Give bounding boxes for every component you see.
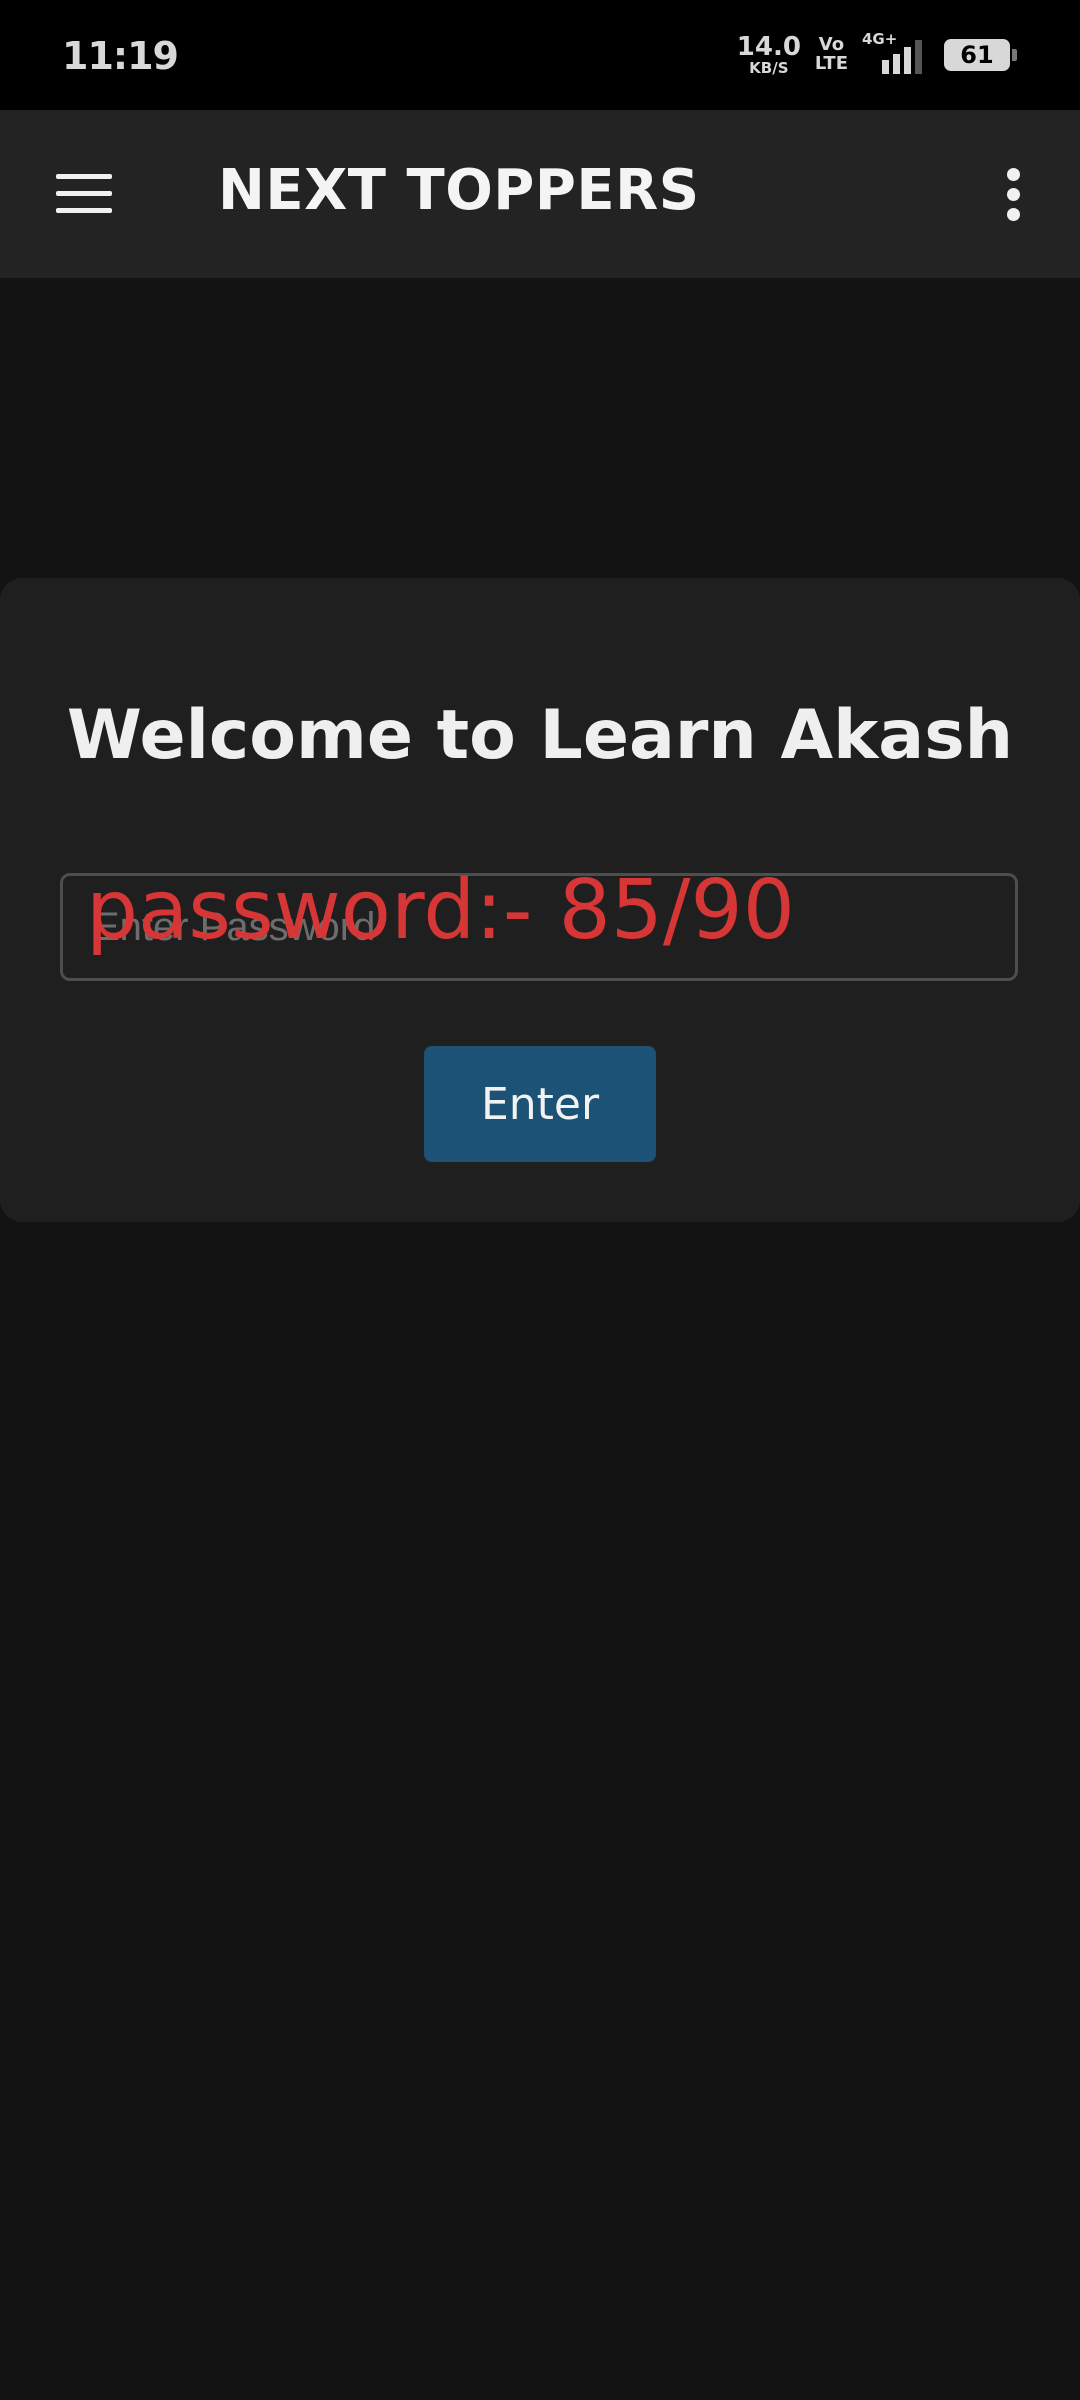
enter-button[interactable]: Enter <box>424 1046 656 1162</box>
more-vert-icon[interactable] <box>1000 168 1030 222</box>
signal-bar <box>915 40 922 74</box>
app-bar: NEXT TOPPERS <box>0 110 1080 278</box>
welcome-heading: Welcome to Learn Akash <box>66 696 1014 775</box>
network-type: 4G+ <box>862 30 898 48</box>
signal-bar <box>882 60 889 74</box>
status-icons: 14.0 KB/S Vo LTE 4G+ 61 <box>737 30 1017 80</box>
network-speed-unit: KB/S <box>749 59 789 77</box>
volte-indicator: Vo LTE <box>814 35 848 74</box>
login-card: Welcome to Learn Akash password:- 85/90 … <box>0 578 1080 1222</box>
status-bar: 11:19 14.0 KB/S Vo LTE 4G+ 61 <box>0 0 1080 110</box>
battery-tip <box>1012 49 1017 61</box>
hamburger-menu-icon[interactable] <box>56 174 112 214</box>
volte-bottom: LTE <box>814 53 848 74</box>
network-speed: 14.0 KB/S <box>737 34 801 76</box>
battery-level: 61 <box>960 41 994 69</box>
battery-icon: 61 <box>944 39 1017 71</box>
network-speed-value: 14.0 <box>736 32 801 62</box>
password-input[interactable] <box>60 873 1018 981</box>
signal-icon: 4G+ <box>862 30 930 80</box>
signal-bar <box>904 47 911 74</box>
signal-bar <box>893 54 900 74</box>
app-title: NEXT TOPPERS <box>218 158 700 223</box>
status-time: 11:19 <box>62 34 179 78</box>
